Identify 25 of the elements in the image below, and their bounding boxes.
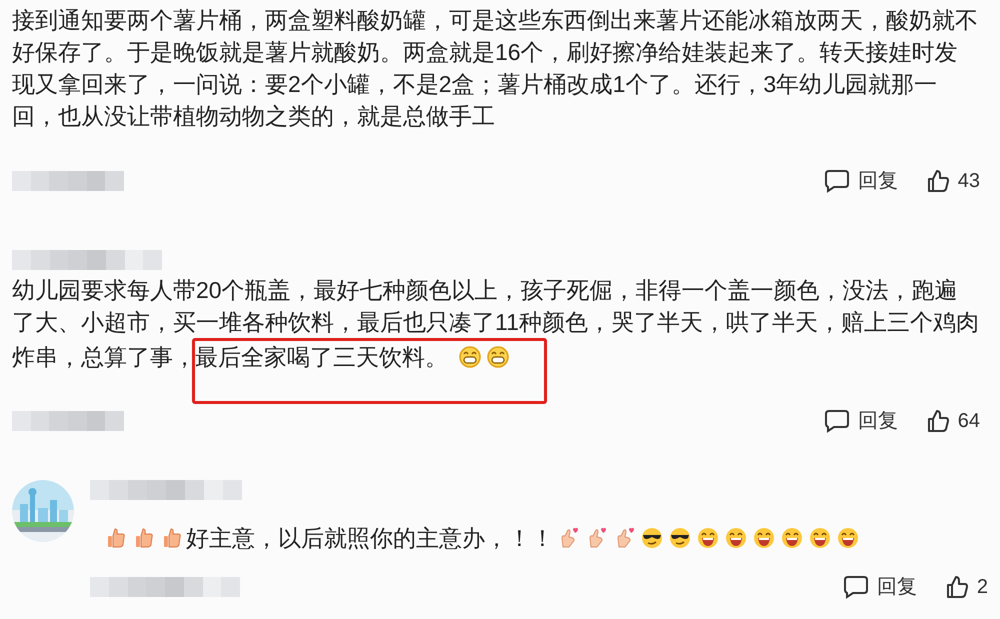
like-count: 2 xyxy=(976,575,988,600)
grinning-face-icon xyxy=(458,345,482,369)
comment-icon[interactable] xyxy=(824,409,850,433)
reply-link[interactable]: 回复 xyxy=(858,166,898,196)
thumbs-up-icon[interactable] xyxy=(926,169,950,193)
thumbs-up-icon[interactable] xyxy=(944,575,969,599)
comment-icon[interactable] xyxy=(824,169,850,193)
laughing-face-icon xyxy=(696,526,720,550)
laughing-face-icon xyxy=(836,526,860,550)
reply-link[interactable]: 回复 xyxy=(876,572,917,602)
comment-text: 好主意，以后就照你的主意办，！！ xyxy=(102,522,988,554)
like-count: 43 xyxy=(958,169,980,194)
laughing-face-icon xyxy=(724,526,748,550)
comment-text: 接到通知要两个薯片桶，两盒塑料酸奶罐，可是这些东西倒出来薯片还能冰箱放两天，酸奶就不好保存了。于是晚饭就是薯片就酸奶。两盒就是16个，刷好擦净给娃装起来了。转天接娃时发现又拿回来了，一问说：要2个小罐，不是2盒；薯片桶改成1个了。还行，3年幼儿园就那一回，也从没让带植物动物之类的，就是总做手工 xyxy=(12,6,979,131)
like-count: 64 xyxy=(958,409,980,434)
laughing-face-icon xyxy=(780,526,804,550)
laughing-face-icon xyxy=(752,526,776,550)
thumbs-up-icon[interactable] xyxy=(926,409,950,433)
sunglasses-face-icon xyxy=(668,526,692,550)
grinning-face-icon xyxy=(486,345,510,369)
comment-icon[interactable] xyxy=(842,575,869,599)
sunglasses-face-icon xyxy=(640,526,664,550)
highlight-frame: 最后全家喝了三天饮料。 xyxy=(192,338,547,404)
laughing-face-icon xyxy=(808,526,832,550)
reply-link[interactable]: 回复 xyxy=(858,406,898,436)
